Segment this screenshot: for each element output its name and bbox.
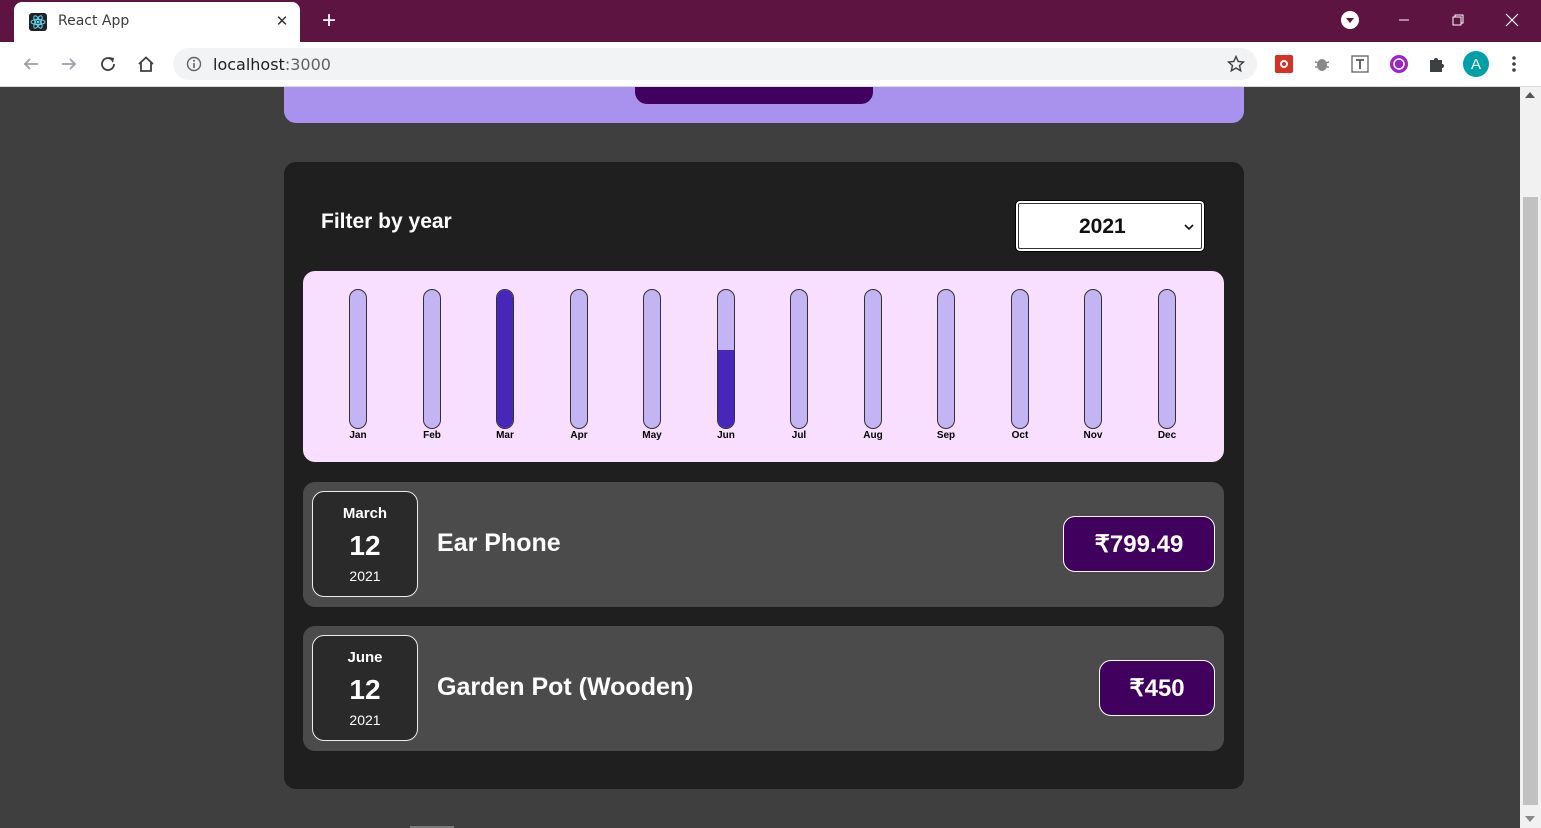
scroll-down-icon[interactable] (1525, 816, 1535, 822)
chart-bar-track (717, 289, 735, 429)
chart-bar-oct: Oct (1005, 289, 1035, 444)
browser-titlebar: React App ✕ + (0, 0, 1541, 42)
chart-bar-track (1084, 289, 1102, 429)
chart-bar-label: Jan (349, 430, 367, 441)
chart-bar-track (643, 289, 661, 429)
chart-bar-track (790, 289, 808, 429)
chart-bar-sep: Sep (931, 289, 961, 444)
plus-icon[interactable]: + (316, 8, 342, 34)
expense-date-month: March (342, 505, 388, 522)
home-icon[interactable] (134, 52, 158, 76)
restore-icon[interactable] (1438, 6, 1478, 34)
chart-bar-track (1158, 289, 1176, 429)
filter-label: Filter by year (321, 210, 452, 233)
browser-toolbar: localhost:3000 A (0, 42, 1541, 87)
forward-icon[interactable] (57, 52, 81, 76)
chart-bar-mar: Mar (490, 289, 520, 444)
avatar[interactable]: A (1463, 51, 1489, 77)
chart-bar-may: May (637, 289, 667, 444)
chart-bar-label: May (642, 430, 662, 441)
star-icon[interactable] (1226, 54, 1246, 78)
year-select[interactable]: 2021 (1015, 200, 1205, 252)
chart-bar-label: Jun (717, 430, 735, 441)
back-icon[interactable] (19, 52, 43, 76)
expenses-chart: Jan Feb Mar Apr May Jun Jul Aug Sep Oct Nov Dec (303, 271, 1224, 462)
profile-menu-icon[interactable] (1330, 6, 1370, 34)
window-close-icon[interactable] (1492, 6, 1532, 34)
chart-bar-label: Apr (570, 430, 588, 441)
chart-bar-jan: Jan (343, 289, 373, 444)
chart-bar-fill (497, 290, 513, 428)
chevron-down-icon (1183, 220, 1195, 232)
chart-bar-track (937, 289, 955, 429)
puzzle-icon[interactable] (1425, 52, 1449, 76)
chart-bar-feb: Feb (417, 289, 447, 444)
expense-date-year: 2021 (349, 568, 381, 584)
browser-tab[interactable]: React App ✕ (14, 2, 300, 42)
tab-title: React App (58, 13, 130, 29)
expense-date: March 12 2021 (312, 491, 418, 597)
close-icon[interactable]: ✕ (272, 11, 292, 31)
year-select-value: 2021 (1079, 215, 1126, 238)
info-icon[interactable] (186, 56, 202, 77)
new-expense-card (284, 87, 1244, 123)
url-text: localhost:3000 (213, 55, 331, 74)
kebab-menu-icon[interactable] (1502, 52, 1526, 76)
scrollbar[interactable] (1520, 87, 1541, 828)
expense-item[interactable]: March 12 2021 Ear Phone ₹799.49 (303, 482, 1224, 607)
expense-title: Garden Pot (Wooden) (437, 673, 694, 701)
chart-bar-fill (718, 350, 734, 428)
expense-price: ₹799.49 (1063, 516, 1215, 572)
page-viewport: Filter by year 2021 Jan Feb Mar Apr May Jun Ju… (5, 87, 1520, 828)
expense-date-day: 12 (349, 530, 381, 561)
scroll-thumb[interactable] (1523, 197, 1538, 805)
add-expense-button[interactable] (635, 87, 873, 104)
expense-date: June 12 2021 (312, 635, 418, 741)
chart-bar-jun: Jun (711, 289, 741, 444)
chart-bar-nov: Nov (1078, 289, 1108, 444)
chart-bar-label: Jul (791, 430, 807, 441)
address-bar[interactable]: localhost:3000 (173, 48, 1257, 80)
chart-bar-label: Oct (1011, 430, 1029, 441)
expenses-card: Filter by year 2021 Jan Feb Mar Apr May Jun Ju… (284, 162, 1244, 789)
expense-date-day: 12 (349, 674, 381, 705)
expense-price: ₹450 (1099, 660, 1215, 716)
chart-bar-track (1011, 289, 1029, 429)
extension-icon[interactable] (1387, 52, 1411, 76)
chart-bar-dec: Dec (1152, 289, 1182, 444)
chart-bar-label: Sep (936, 430, 956, 441)
react-icon (29, 13, 47, 31)
chart-bar-track (496, 289, 514, 429)
chart-bar-track (349, 289, 367, 429)
chart-bar-label: Feb (423, 430, 441, 441)
extension-icon[interactable] (1272, 52, 1296, 76)
chart-bar-track (423, 289, 441, 429)
chart-bar-label: Aug (863, 430, 883, 441)
chart-bar-label: Nov (1083, 430, 1103, 441)
expense-title: Ear Phone (437, 529, 561, 557)
extension-icon[interactable] (1348, 52, 1372, 76)
extension-icon[interactable] (1310, 52, 1334, 76)
chart-bar-apr: Apr (564, 289, 594, 444)
expense-item[interactable]: June 12 2021 Garden Pot (Wooden) ₹450 (303, 626, 1224, 751)
expense-date-year: 2021 (349, 712, 381, 728)
chart-bar-track (570, 289, 588, 429)
chart-bar-aug: Aug (858, 289, 888, 444)
expense-date-month: June (347, 649, 383, 666)
scroll-up-icon[interactable] (1525, 92, 1535, 98)
minimize-icon[interactable] (1384, 6, 1424, 34)
chart-bar-label: Dec (1157, 430, 1177, 441)
chart-bar-jul: Jul (784, 289, 814, 444)
reload-icon[interactable] (96, 52, 120, 76)
chart-bar-label: Mar (496, 430, 514, 441)
chart-bar-track (864, 289, 882, 429)
